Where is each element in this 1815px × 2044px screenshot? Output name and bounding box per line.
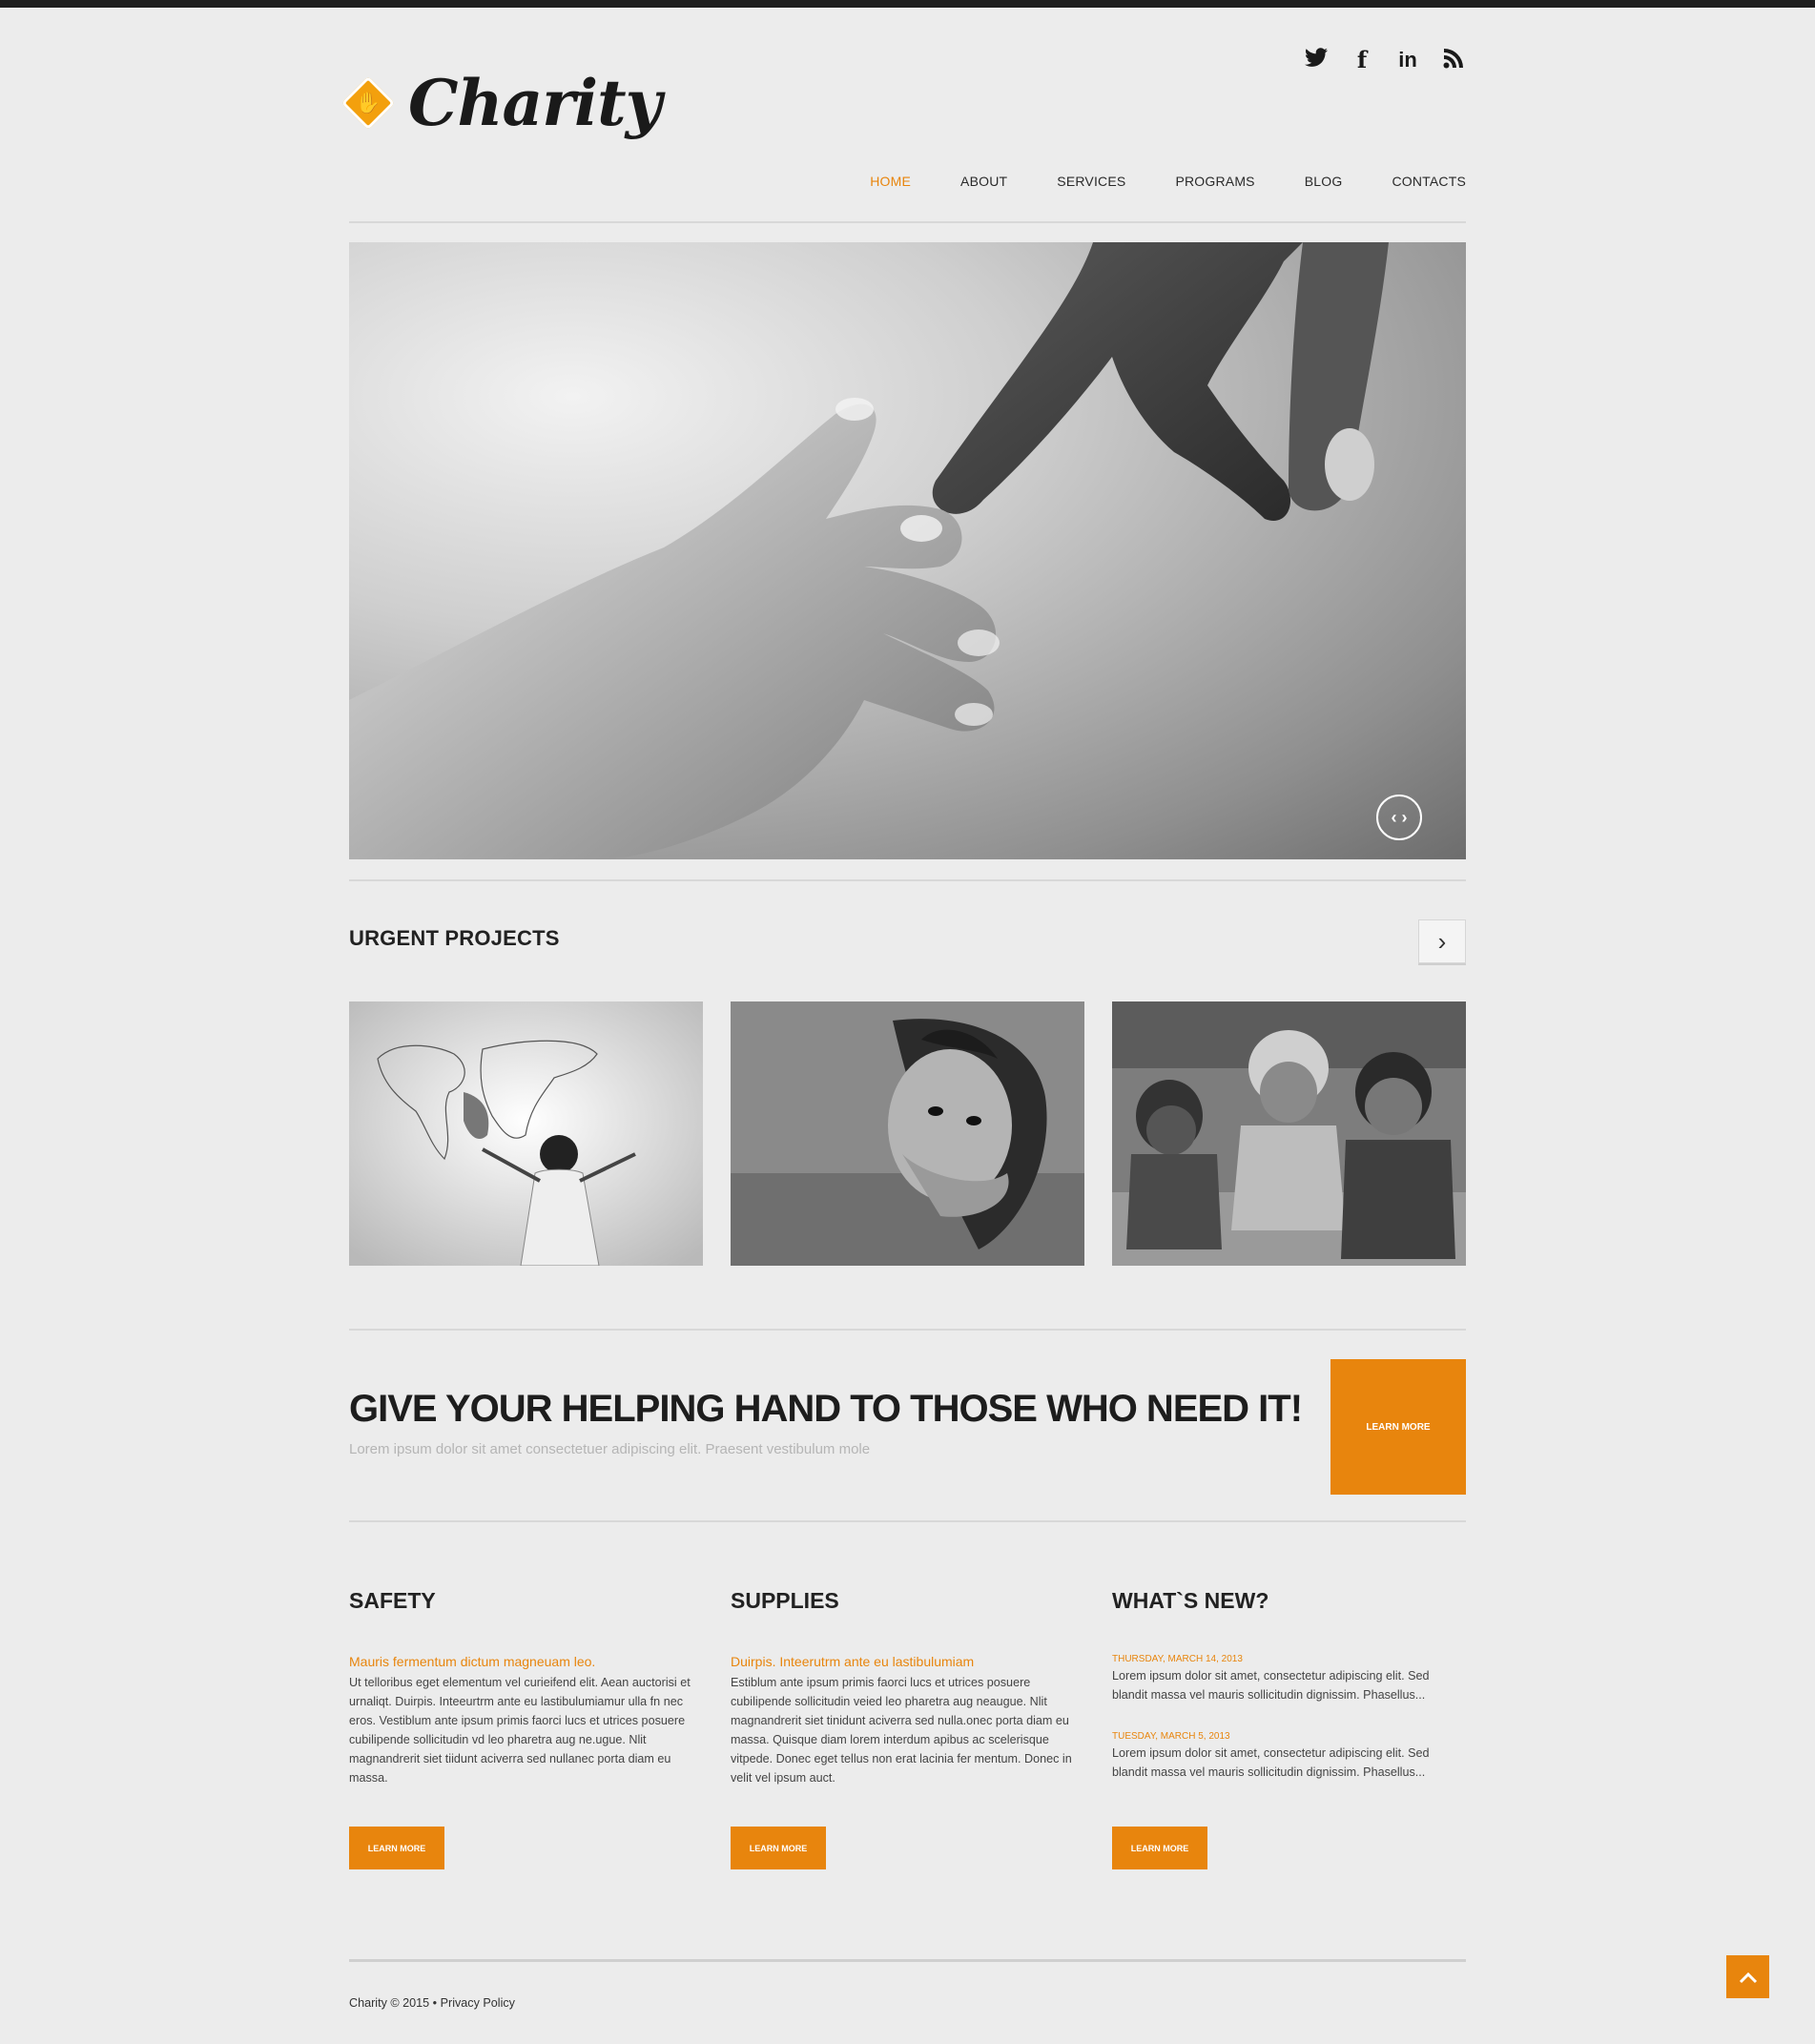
chevron-right-icon: › bbox=[1437, 926, 1447, 956]
hero-slider[interactable]: ‹ › bbox=[349, 242, 1466, 859]
arrow-up-icon bbox=[1739, 1972, 1757, 1983]
logo[interactable]: ✋ Charity bbox=[340, 63, 662, 143]
page-wrapper: ✋ Charity f in HOME ABOUT SERVICES PROGR… bbox=[340, 0, 1466, 2044]
supplies-learn-more-button[interactable]: LEARN MORE bbox=[731, 1827, 826, 1869]
footer-divider bbox=[349, 1959, 1466, 1962]
logo-text: Charity bbox=[408, 66, 662, 140]
carousel-next-button[interactable]: › bbox=[1418, 919, 1466, 963]
cta-subtitle: Lorem ipsum dolor sit amet consectetuer … bbox=[349, 1441, 871, 1457]
project-thumb-1[interactable] bbox=[349, 1001, 703, 1266]
divider bbox=[349, 1329, 1466, 1331]
news-column: WHAT`S NEW? THURSDAY, MARCH 14, 2013 Lor… bbox=[1112, 1588, 1466, 1782]
safety-lead-link[interactable]: Mauris fermentum dictum magneuam leo. bbox=[349, 1654, 703, 1669]
hero-image bbox=[349, 242, 1389, 859]
project-thumb-2[interactable] bbox=[731, 1001, 1084, 1266]
hand-icon: ✋ bbox=[340, 75, 396, 131]
news-item[interactable]: Lorem ipsum dolor sit amet, consectetur … bbox=[1112, 1744, 1466, 1782]
facebook-icon[interactable]: f bbox=[1350, 48, 1374, 72]
nav-contacts[interactable]: CONTACTS bbox=[1392, 174, 1466, 189]
footer: Charity © 2015 • Privacy Policy bbox=[349, 1996, 515, 2010]
news-date: TUESDAY, MARCH 5, 2013 bbox=[1112, 1731, 1230, 1742]
project-thumb-3[interactable] bbox=[1112, 1001, 1466, 1266]
news-title: WHAT`S NEW? bbox=[1112, 1588, 1269, 1613]
nav-about[interactable]: ABOUT bbox=[960, 174, 1007, 189]
cta-title: GIVE YOUR HELPING HAND TO THOSE WHO NEED… bbox=[349, 1388, 1303, 1430]
supplies-title: SUPPLIES bbox=[731, 1588, 839, 1613]
supplies-body: Estiblum ante ipsum primis faorci lucs e… bbox=[731, 1676, 1072, 1785]
nav-home[interactable]: HOME bbox=[870, 174, 911, 189]
divider bbox=[349, 221, 1466, 223]
urgent-projects-title: URGENT PROJECTS bbox=[349, 926, 560, 950]
social-links: f in bbox=[1304, 48, 1466, 72]
rss-icon[interactable] bbox=[1441, 48, 1466, 72]
safety-column: SAFETY Mauris fermentum dictum magneuam … bbox=[349, 1588, 703, 1787]
divider bbox=[349, 879, 1466, 881]
copyright-text: Charity © 2015 • bbox=[349, 1996, 438, 2010]
safety-body: Ut telloribus eget elementum vel curieif… bbox=[349, 1676, 691, 1785]
news-item[interactable]: Lorem ipsum dolor sit amet, consectetur … bbox=[1112, 1666, 1466, 1704]
nav-blog[interactable]: BLOG bbox=[1305, 174, 1343, 189]
slider-arrows-icon[interactable]: ‹ › bbox=[1376, 795, 1422, 840]
cta-learn-more-button[interactable]: LEARN MORE bbox=[1330, 1359, 1466, 1495]
safety-learn-more-button[interactable]: LEARN MORE bbox=[349, 1827, 444, 1869]
news-date: THURSDAY, MARCH 14, 2013 bbox=[1112, 1654, 1243, 1664]
nav-services[interactable]: SERVICES bbox=[1057, 174, 1125, 189]
safety-title: SAFETY bbox=[349, 1588, 436, 1613]
supplies-column: SUPPLIES Duirpis. Inteerutrm ante eu las… bbox=[731, 1588, 1084, 1787]
back-to-top-button[interactable] bbox=[1726, 1955, 1769, 1998]
supplies-lead-link[interactable]: Duirpis. Inteerutrm ante eu lastibulumia… bbox=[731, 1654, 1084, 1669]
nav-programs[interactable]: PROGRAMS bbox=[1175, 174, 1254, 189]
linkedin-icon[interactable]: in bbox=[1395, 48, 1420, 72]
news-learn-more-button[interactable]: LEARN MORE bbox=[1112, 1827, 1207, 1869]
divider bbox=[349, 1520, 1466, 1522]
privacy-policy-link[interactable]: Privacy Policy bbox=[441, 1996, 515, 2010]
main-nav: HOME ABOUT SERVICES PROGRAMS BLOG CONTAC… bbox=[820, 174, 1466, 189]
twitter-icon[interactable] bbox=[1304, 48, 1329, 72]
